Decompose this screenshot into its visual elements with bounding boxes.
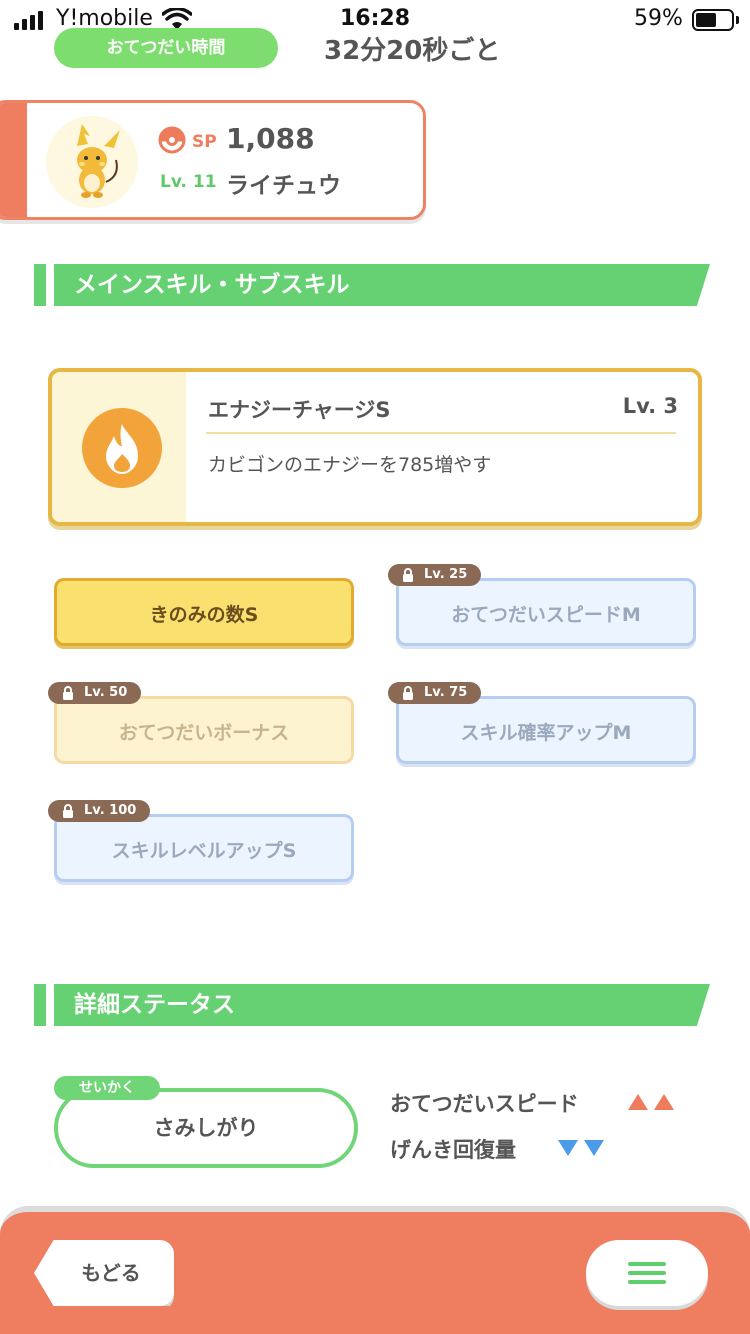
help-time-value: 32分20秒ごと (324, 36, 501, 66)
sub-skill-lock-tag: Lv. 75 (388, 682, 482, 704)
raichu-icon (77, 124, 120, 198)
main-skill-description: カビゴンのエナジーを785増やす (208, 454, 492, 476)
skills-section-header: メインスキル・サブスキル (34, 264, 710, 306)
sub-skill-button[interactable]: おてつだいボーナス (54, 696, 354, 764)
battery-icon (692, 9, 734, 31)
lock-icon (63, 686, 73, 700)
nature-box[interactable]: さみしがり (54, 1088, 358, 1168)
hamburger-menu-icon (628, 1280, 666, 1284)
menu-button[interactable] (586, 1240, 708, 1306)
pokemon-avatar (46, 116, 138, 208)
nature-effect-down-label: げんき回復量 (390, 1138, 516, 1162)
sub-skill-lock-tag: Lv. 50 (48, 682, 142, 704)
flame-icon (106, 424, 138, 474)
lock-icon (63, 804, 73, 818)
main-skill-name: エナジーチャージS (208, 398, 391, 422)
pokemon-level: Lv. 11 (160, 172, 217, 192)
main-skill-divider (206, 432, 676, 434)
section-accent-bar (34, 984, 46, 1026)
pokemon-name: ライチュウ (226, 173, 341, 199)
pokemon-card-accent (0, 103, 27, 217)
lock-level: Lv. 50 (84, 685, 128, 700)
pokeball-icon (158, 126, 186, 154)
sub-skill-button[interactable]: スキル確率アップM (396, 696, 696, 764)
main-skill-level: Lv. 3 (622, 394, 678, 418)
up-arrows-icon (628, 1094, 674, 1110)
sub-skill-button[interactable]: きのみの数S (54, 578, 354, 646)
lock-level: Lv. 25 (424, 567, 468, 582)
battery-tip (736, 16, 739, 24)
sp-value: 1,088 (226, 122, 315, 155)
status-section-header: 詳細ステータス (34, 984, 710, 1026)
lock-level: Lv. 100 (84, 803, 137, 818)
skills-section-title: メインスキル・サブスキル (74, 272, 350, 298)
nature-effect-up-label: おてつだいスピード (390, 1092, 579, 1116)
nature-tag: せいかく (54, 1076, 160, 1100)
main-skill-icon (82, 408, 162, 488)
battery-level (696, 13, 716, 27)
sub-skill-lock-tag: Lv. 100 (48, 800, 151, 822)
sub-skill-lock-tag: Lv. 25 (388, 564, 482, 586)
down-arrows-icon (558, 1140, 604, 1156)
sub-skill-button[interactable]: スキルレベルアップS (54, 814, 354, 882)
sub-skill-button[interactable]: おてつだいスピードM (396, 578, 696, 646)
hamburger-menu-icon (628, 1262, 666, 1266)
sp-label: SP (192, 132, 217, 152)
battery-percent: 59% (634, 6, 683, 31)
lock-level: Lv. 75 (424, 685, 468, 700)
lock-icon (403, 568, 413, 582)
back-button[interactable]: もどる (34, 1240, 174, 1306)
status-section-title: 詳細ステータス (74, 992, 235, 1018)
lock-icon (403, 686, 413, 700)
hamburger-menu-icon (628, 1271, 666, 1275)
help-time-label: おてつだい時間 (54, 28, 278, 68)
section-accent-bar (34, 264, 46, 306)
